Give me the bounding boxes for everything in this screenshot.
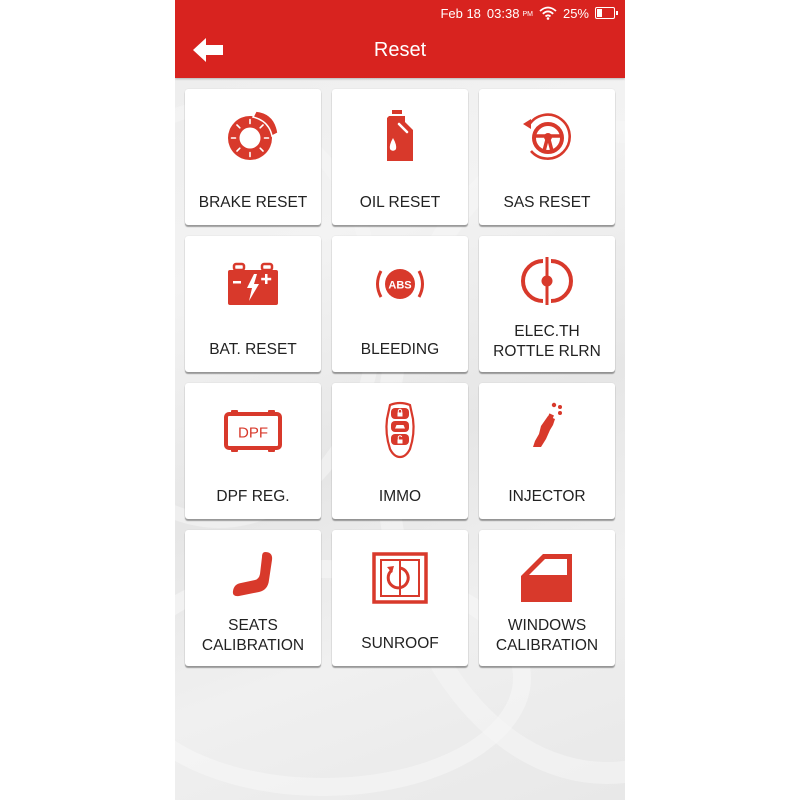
- tile-label: BLEEDING: [360, 341, 440, 358]
- brake-disc-icon: [228, 110, 279, 160]
- page-title: Reset: [373, 39, 427, 61]
- tile-label: SAS RESET: [503, 194, 591, 211]
- abs-icon-text: ABS: [388, 280, 411, 292]
- wifi-icon: [539, 6, 557, 20]
- status-date: Feb 18: [440, 5, 481, 21]
- dpf-icon-text: DPF: [238, 425, 268, 442]
- tile-label: DPF REG.: [216, 488, 290, 505]
- abs-warning-icon: ABS: [376, 269, 424, 299]
- battery-percent: 25%: [562, 5, 589, 21]
- app-screen: Feb 18 03:38 PM 25% Reset BRAKE RESET OI…: [175, 0, 625, 800]
- tile-bleeding[interactable]: ABS BLEEDING: [332, 236, 468, 372]
- app-header: Feb 18 03:38 PM 25% Reset: [175, 0, 625, 78]
- status-bar: Feb 18 03:38 PM 25%: [440, 4, 618, 22]
- dpf-icon: DPF: [224, 410, 282, 452]
- tile-label: SEATS CALIBRATION: [201, 617, 305, 654]
- status-time: 03:38: [486, 5, 520, 21]
- tile-oil-reset[interactable]: OIL RESET: [332, 89, 468, 225]
- throttle-icon: [521, 257, 573, 305]
- car-key-fob-icon: [385, 401, 415, 459]
- tile-label: BRAKE RESET: [198, 194, 308, 211]
- reset-function-grid: BRAKE RESET OIL RESET SAS RESET BAT. RES…: [185, 89, 615, 666]
- tile-sas-reset[interactable]: SAS RESET: [479, 89, 615, 225]
- tile-seats-calibration[interactable]: SEATS CALIBRATION: [185, 530, 321, 666]
- status-ampm: PM: [522, 11, 533, 18]
- sunroof-icon: [372, 552, 428, 604]
- tile-dpf-regeneration[interactable]: DPF DPF REG.: [185, 383, 321, 519]
- tile-label: IMMO: [378, 488, 422, 505]
- tile-label: BAT. RESET: [209, 341, 297, 358]
- battery-icon: [595, 7, 618, 19]
- tile-electronic-throttle-relearn[interactable]: ELEC.TH ROTTLE RLRN: [479, 236, 615, 372]
- injector-icon: [533, 402, 562, 447]
- seat-icon: [232, 552, 273, 597]
- tile-label: WINDOWS CALIBRATION: [495, 617, 599, 654]
- tile-immo[interactable]: IMMO: [332, 383, 468, 519]
- tile-label: OIL RESET: [359, 194, 441, 211]
- battery-level: [597, 9, 602, 17]
- tile-injector[interactable]: INJECTOR: [479, 383, 615, 519]
- tile-sunroof[interactable]: SUNROOF: [332, 530, 468, 666]
- tile-label: SUNROOF: [361, 635, 439, 652]
- tile-label: ELEC.TH ROTTLE RLRN: [493, 323, 601, 360]
- battery-charge-icon: [228, 262, 278, 305]
- steering-wheel-reset-icon: [523, 113, 571, 160]
- tile-label: INJECTOR: [508, 488, 586, 505]
- tile-brake-reset[interactable]: BRAKE RESET: [185, 89, 321, 225]
- tile-bat-reset[interactable]: BAT. RESET: [185, 236, 321, 372]
- car-door-window-icon: [521, 554, 572, 602]
- tile-windows-calibration[interactable]: WINDOWS CALIBRATION: [479, 530, 615, 666]
- oil-can-icon: [387, 110, 413, 161]
